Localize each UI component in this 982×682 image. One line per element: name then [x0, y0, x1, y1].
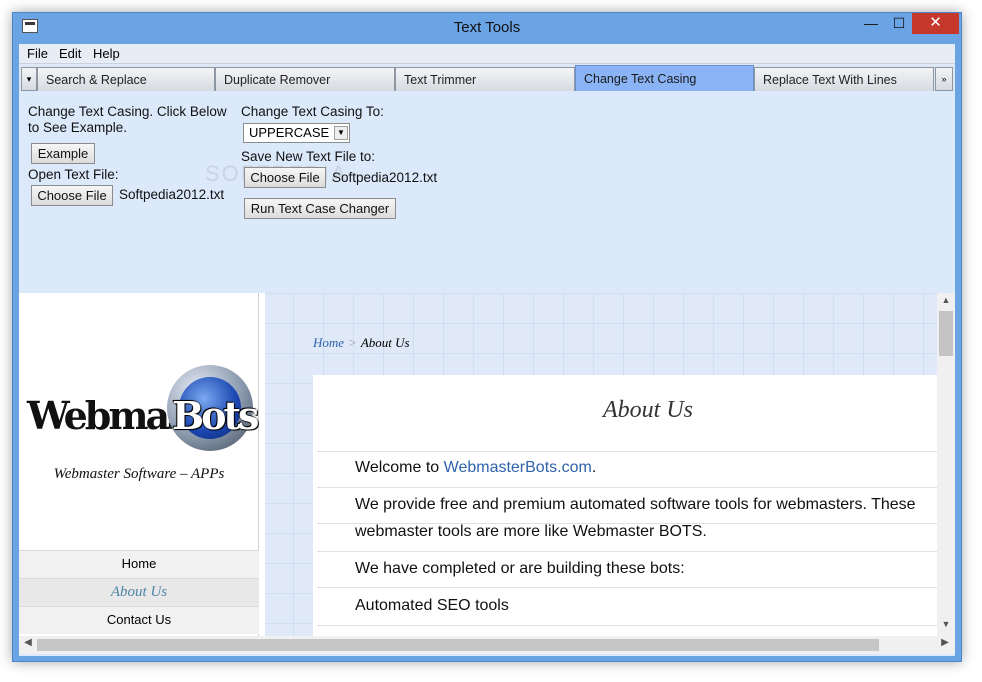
web-preview: Webmaster Bots Webmaster Software – APPs… [19, 293, 955, 636]
change-casing-panel: SOFTPEDIA Change Text Casing. Click Belo… [19, 91, 955, 291]
intro-text-line2: to See Example. [28, 120, 128, 135]
rule [317, 551, 937, 552]
open-file-label: Open Text File: [28, 167, 119, 182]
site-main: Home > About Us About Us Welcome to Webmas… [265, 293, 937, 636]
rule [317, 487, 937, 488]
horizontal-scrollbar[interactable]: ◀ ▶ [19, 636, 955, 654]
tab-search-replace[interactable]: Search & Replace [37, 67, 215, 91]
tab-scroll-right-icon[interactable]: » [935, 67, 953, 91]
close-button[interactable]: ✕ [912, 13, 959, 34]
scroll-left-icon[interactable]: ◀ [20, 637, 36, 653]
open-file-name: Softpedia2012.txt [119, 187, 225, 202]
title-bar[interactable]: Text Tools — ☐ ✕ [13, 13, 961, 43]
scroll-up-icon[interactable]: ▲ [937, 295, 955, 311]
window-title: Text Tools [453, 19, 521, 36]
nav-item-about-us[interactable]: About Us [19, 579, 259, 606]
breadcrumb: Home > About Us [313, 335, 410, 351]
welcome-link[interactable]: WebmasterBots.com [444, 459, 592, 476]
casing-select-value: UPPERCASE [249, 125, 330, 140]
menu-edit[interactable]: Edit [59, 46, 81, 61]
welcome-prefix: Welcome to [355, 459, 444, 476]
para2: We have completed or are building these … [355, 560, 685, 577]
tab-bar: ▾ Search & Replace Duplicate Remover Tex… [19, 65, 955, 91]
casing-select[interactable]: UPPERCASE ▼ [243, 123, 350, 143]
rule [317, 625, 937, 626]
site-sidebar: Webmaster Bots Webmaster Software – APPs… [19, 293, 259, 636]
minimize-button[interactable]: — [858, 13, 884, 34]
save-choose-file-button[interactable]: Choose File [244, 167, 326, 188]
site-tagline: Webmaster Software – APPs [53, 466, 225, 482]
tab-change-text-casing[interactable]: Change Text Casing [575, 65, 754, 91]
run-text-case-changer-button[interactable]: Run Text Case Changer [244, 198, 396, 219]
logo-text-bots: Bots [172, 393, 259, 438]
breadcrumb-separator: > [348, 335, 357, 350]
tab-list-dropdown-icon[interactable]: ▾ [21, 67, 37, 91]
menu-bar: File Edit Help [19, 44, 955, 64]
intro-text-line1: Change Text Casing. Click Below [28, 104, 227, 119]
vertical-scrollbar[interactable]: ▲ ▼ [937, 293, 955, 636]
example-button[interactable]: Example [31, 143, 95, 164]
para3: Automated SEO tools [355, 597, 509, 614]
para1-line2: webmaster tools are more like Webmaster … [355, 523, 707, 540]
tab-duplicate-remover[interactable]: Duplicate Remover [215, 67, 395, 91]
nav-item-contact-us[interactable]: Contact Us [19, 607, 259, 634]
menu-file[interactable]: File [27, 46, 48, 61]
rule [317, 451, 937, 452]
welcome-suffix: . [591, 459, 597, 476]
breadcrumb-home[interactable]: Home [313, 335, 344, 350]
open-choose-file-button[interactable]: Choose File [31, 185, 113, 206]
save-file-name: Softpedia2012.txt [332, 170, 438, 185]
scroll-down-icon[interactable]: ▼ [937, 619, 955, 635]
scroll-right-icon[interactable]: ▶ [937, 637, 953, 653]
content-card: About Us Welcome to WebmasterBots.com. W… [313, 375, 937, 636]
menu-help[interactable]: Help [93, 46, 120, 61]
welcome-paragraph: Welcome to WebmasterBots.com. [355, 459, 596, 477]
chevron-down-icon: ▼ [334, 126, 348, 140]
vertical-scroll-thumb[interactable] [939, 311, 953, 356]
horizontal-scroll-thumb[interactable] [37, 639, 879, 651]
save-file-label: Save New Text File to: [241, 149, 376, 164]
maximize-button[interactable]: ☐ [886, 13, 912, 34]
para1-line1: We provide free and premium automated so… [355, 496, 916, 513]
tab-text-trimmer[interactable]: Text Trimmer [395, 67, 575, 91]
tab-replace-text-with-lines[interactable]: Replace Text With Lines [754, 67, 934, 91]
app-window: Text Tools — ☐ ✕ File Edit Help ▾ Search… [12, 12, 962, 662]
nav-item-home[interactable]: Home [19, 551, 259, 578]
casing-label: Change Text Casing To: [241, 104, 384, 119]
rule [317, 587, 937, 588]
breadcrumb-current: About Us [360, 335, 410, 350]
page-title: About Us [603, 397, 693, 423]
